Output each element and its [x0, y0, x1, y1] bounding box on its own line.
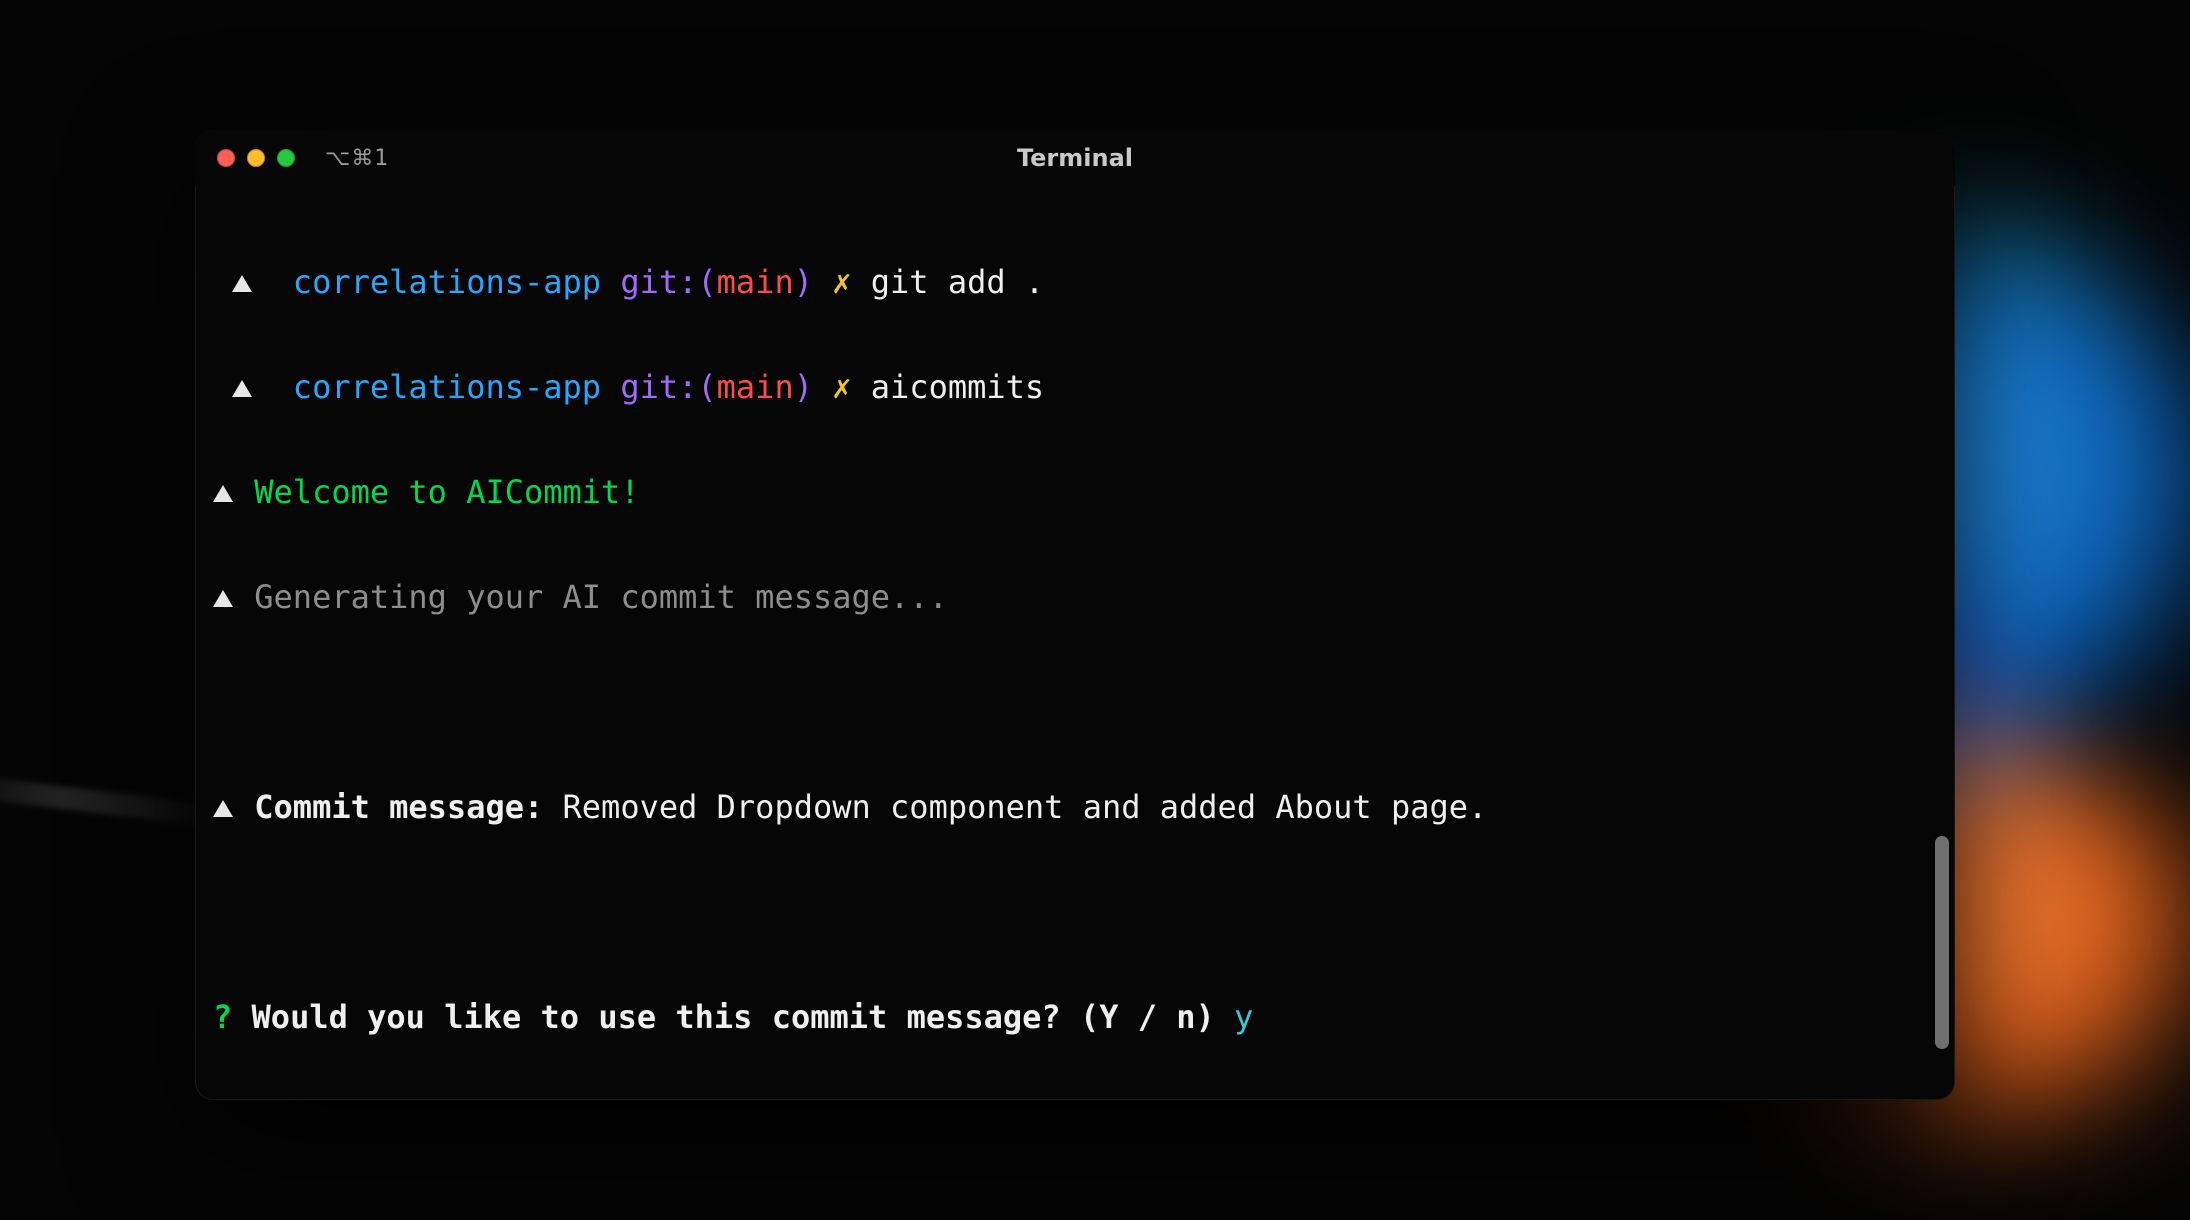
scrollbar-thumb[interactable] — [1935, 836, 1949, 1049]
tab-shortcut-hint: ⌥⌘1 — [325, 146, 389, 171]
bullet-arrow-icon — [213, 590, 233, 607]
prompt-dirty-icon: ✗ — [832, 263, 851, 301]
prompt-branch: main — [717, 263, 794, 301]
prompt-arrow-icon — [232, 275, 252, 292]
prompt-line: correlations-app git:(main) ✗ aicommits — [213, 361, 1937, 413]
prompt-cwd: correlations-app — [293, 263, 601, 301]
question-mark-icon: ? — [213, 998, 232, 1036]
prompt-arrow-icon — [232, 380, 252, 397]
branch-open: ( — [697, 368, 716, 406]
command-text: git add . — [871, 263, 1044, 301]
branch-close: ) — [794, 368, 813, 406]
prompt-cwd: correlations-app — [293, 368, 601, 406]
prompt-line: correlations-app git:(main) ✗ git add . — [213, 256, 1937, 308]
git-output: [main 005009f] Removed Dropdown componen… — [213, 1096, 1937, 1100]
blank-line — [213, 676, 1937, 728]
terminal-output[interactable]: correlations-app git:(main) ✗ git add . … — [195, 186, 1955, 1100]
branch-open: ( — [697, 263, 716, 301]
scrollbar[interactable] — [1935, 198, 1949, 1084]
window-traffic-lights — [217, 149, 295, 167]
blank-line — [213, 886, 1937, 938]
output-line: Generating your AI commit message... — [213, 571, 1937, 623]
confirm-question: Would you like to use this commit messag… — [252, 998, 1215, 1036]
commit-message: Removed Dropdown component and added Abo… — [563, 788, 1488, 826]
welcome-text: Welcome to AICommit! — [254, 473, 639, 511]
output-line: Welcome to AICommit! — [213, 466, 1937, 518]
close-icon[interactable] — [217, 149, 235, 167]
prompt-git-label: git: — [620, 263, 697, 301]
commit-label: Commit message: — [254, 788, 543, 826]
output-line: Commit message: Removed Dropdown compone… — [213, 781, 1937, 833]
terminal-window: ⌥⌘1 Terminal correlations-app git:(main)… — [195, 130, 1955, 1100]
prompt-branch: main — [717, 368, 794, 406]
window-title: Terminal — [195, 144, 1955, 172]
window-titlebar[interactable]: ⌥⌘1 Terminal — [195, 130, 1955, 186]
bullet-arrow-icon — [213, 800, 233, 817]
confirm-line: ? Would you like to use this commit mess… — [213, 991, 1937, 1043]
command-text: aicommits — [871, 368, 1044, 406]
zoom-icon[interactable] — [277, 149, 295, 167]
generating-text: Generating your AI commit message... — [254, 578, 948, 616]
confirm-answer: y — [1234, 998, 1253, 1036]
prompt-git-label: git: — [620, 368, 697, 406]
bullet-arrow-icon — [213, 485, 233, 502]
minimize-icon[interactable] — [247, 149, 265, 167]
branch-close: ) — [794, 263, 813, 301]
prompt-dirty-icon: ✗ — [832, 368, 851, 406]
